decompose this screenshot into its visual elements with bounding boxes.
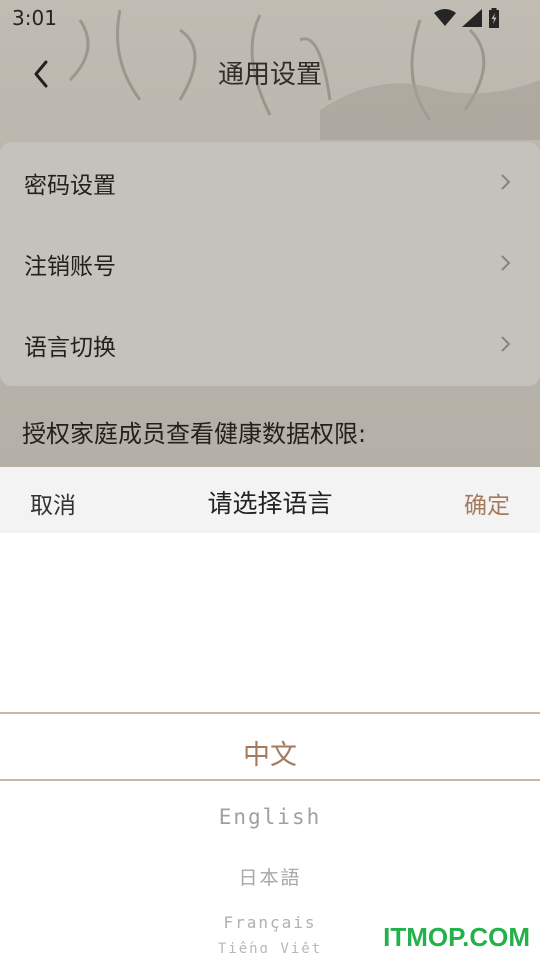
settings-item-password[interactable]: 密码设置 [0,142,540,223]
settings-list: 密码设置 注销账号 语言切换 [0,142,540,386]
language-option[interactable]: English [0,805,540,829]
chevron-right-icon [501,255,511,271]
picker-divider-bottom [0,779,540,781]
picker-title: 请选择语言 [207,489,333,518]
status-time: 3:01 [12,6,57,30]
settings-item-label: 语言切换 [24,335,116,361]
settings-item-language[interactable]: 语言切换 [0,304,540,385]
confirm-button[interactable]: 确定 [464,486,510,520]
settings-item-deactivate[interactable]: 注销账号 [0,223,540,304]
language-picker-sheet: 取消 请选择语言 确定 中文 English 日本語 Français Tiến… [0,467,540,960]
language-option-selected[interactable]: 中文 [0,733,540,772]
watermark: ITMOP.COM [383,922,530,952]
chevron-right-icon [501,174,511,190]
permission-label: 授权家庭成员查看健康数据权限: [22,420,367,448]
battery-icon [489,8,499,28]
language-option[interactable]: 日本語 [0,863,540,890]
picker-header: 取消 请选择语言 确定 [0,467,540,533]
wifi-icon [434,9,456,26]
chevron-right-icon [501,336,511,352]
page-title: 通用设置 [217,60,322,90]
settings-item-label: 密码设置 [24,173,116,199]
navigation-bar: 通用设置 [0,36,540,112]
status-icons [434,6,500,30]
picker-divider-top [0,712,540,714]
status-bar: 3:01 [0,0,540,36]
signal-icon [462,9,482,27]
settings-item-label: 注销账号 [24,254,116,280]
